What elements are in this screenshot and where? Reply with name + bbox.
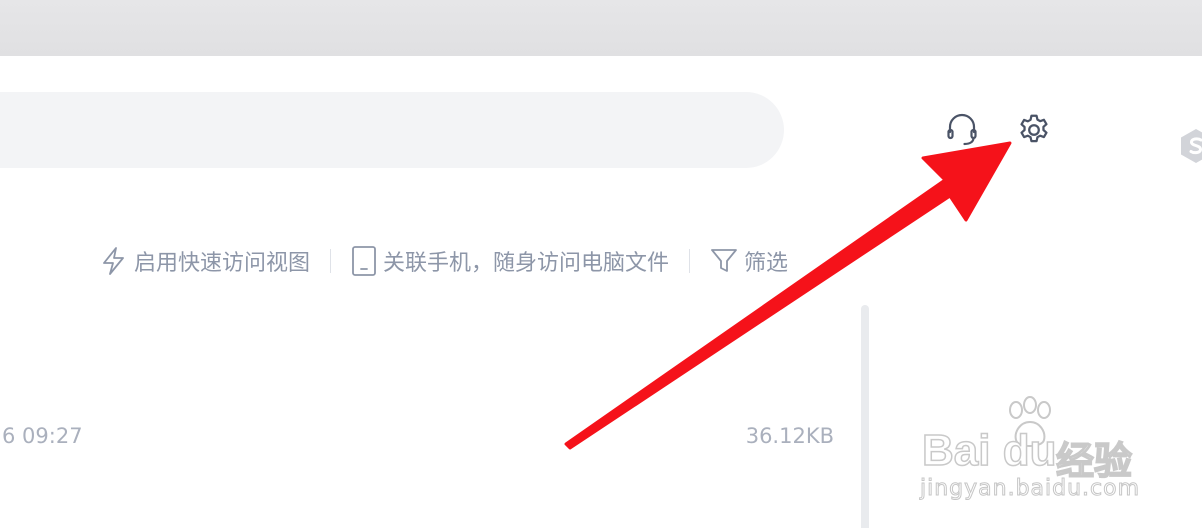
link-phone-button[interactable]: 关联手机，随身访问电脑文件 (351, 245, 669, 277)
file-toolbar: 启用快速访问视图 关联手机，随身访问电脑文件 筛选 (100, 242, 788, 280)
settings-button[interactable] (1014, 110, 1054, 150)
gear-icon (1020, 114, 1048, 143)
quick-access-view-button[interactable]: 启用快速访问视图 (100, 245, 310, 277)
watermark-brand: Bai du (921, 425, 1057, 476)
side-panel-logo-icon[interactable] (1176, 126, 1202, 166)
scrollbar[interactable] (861, 305, 869, 528)
app-window: 启用快速访问视图 关联手机，随身访问电脑文件 筛选 6 09:27 36.12K… (0, 0, 1202, 528)
link-phone-label: 关联手机，随身访问电脑文件 (383, 251, 670, 276)
quick-access-label: 启用快速访问视图 (134, 251, 311, 276)
filter-icon (711, 249, 737, 272)
search-input[interactable] (0, 92, 784, 168)
lightning-icon (103, 247, 124, 275)
baidu-jingyan-watermark: Bai du 经验 jingyan.baidu.com (918, 396, 1148, 506)
watermark-url: jingyan.baidu.com (919, 476, 1141, 502)
window-titlebar (0, 0, 1202, 56)
file-size: 36.12KB (745, 424, 834, 448)
toolbar-divider (689, 249, 691, 273)
filter-label: 筛选 (744, 251, 789, 276)
filter-button[interactable]: 筛选 (710, 245, 788, 277)
phone-icon (352, 246, 376, 276)
file-modified-time: 6 09:27 (2, 424, 83, 448)
customer-support-button[interactable] (942, 110, 982, 150)
toolbar-divider (330, 249, 332, 273)
headset-icon (947, 113, 977, 146)
